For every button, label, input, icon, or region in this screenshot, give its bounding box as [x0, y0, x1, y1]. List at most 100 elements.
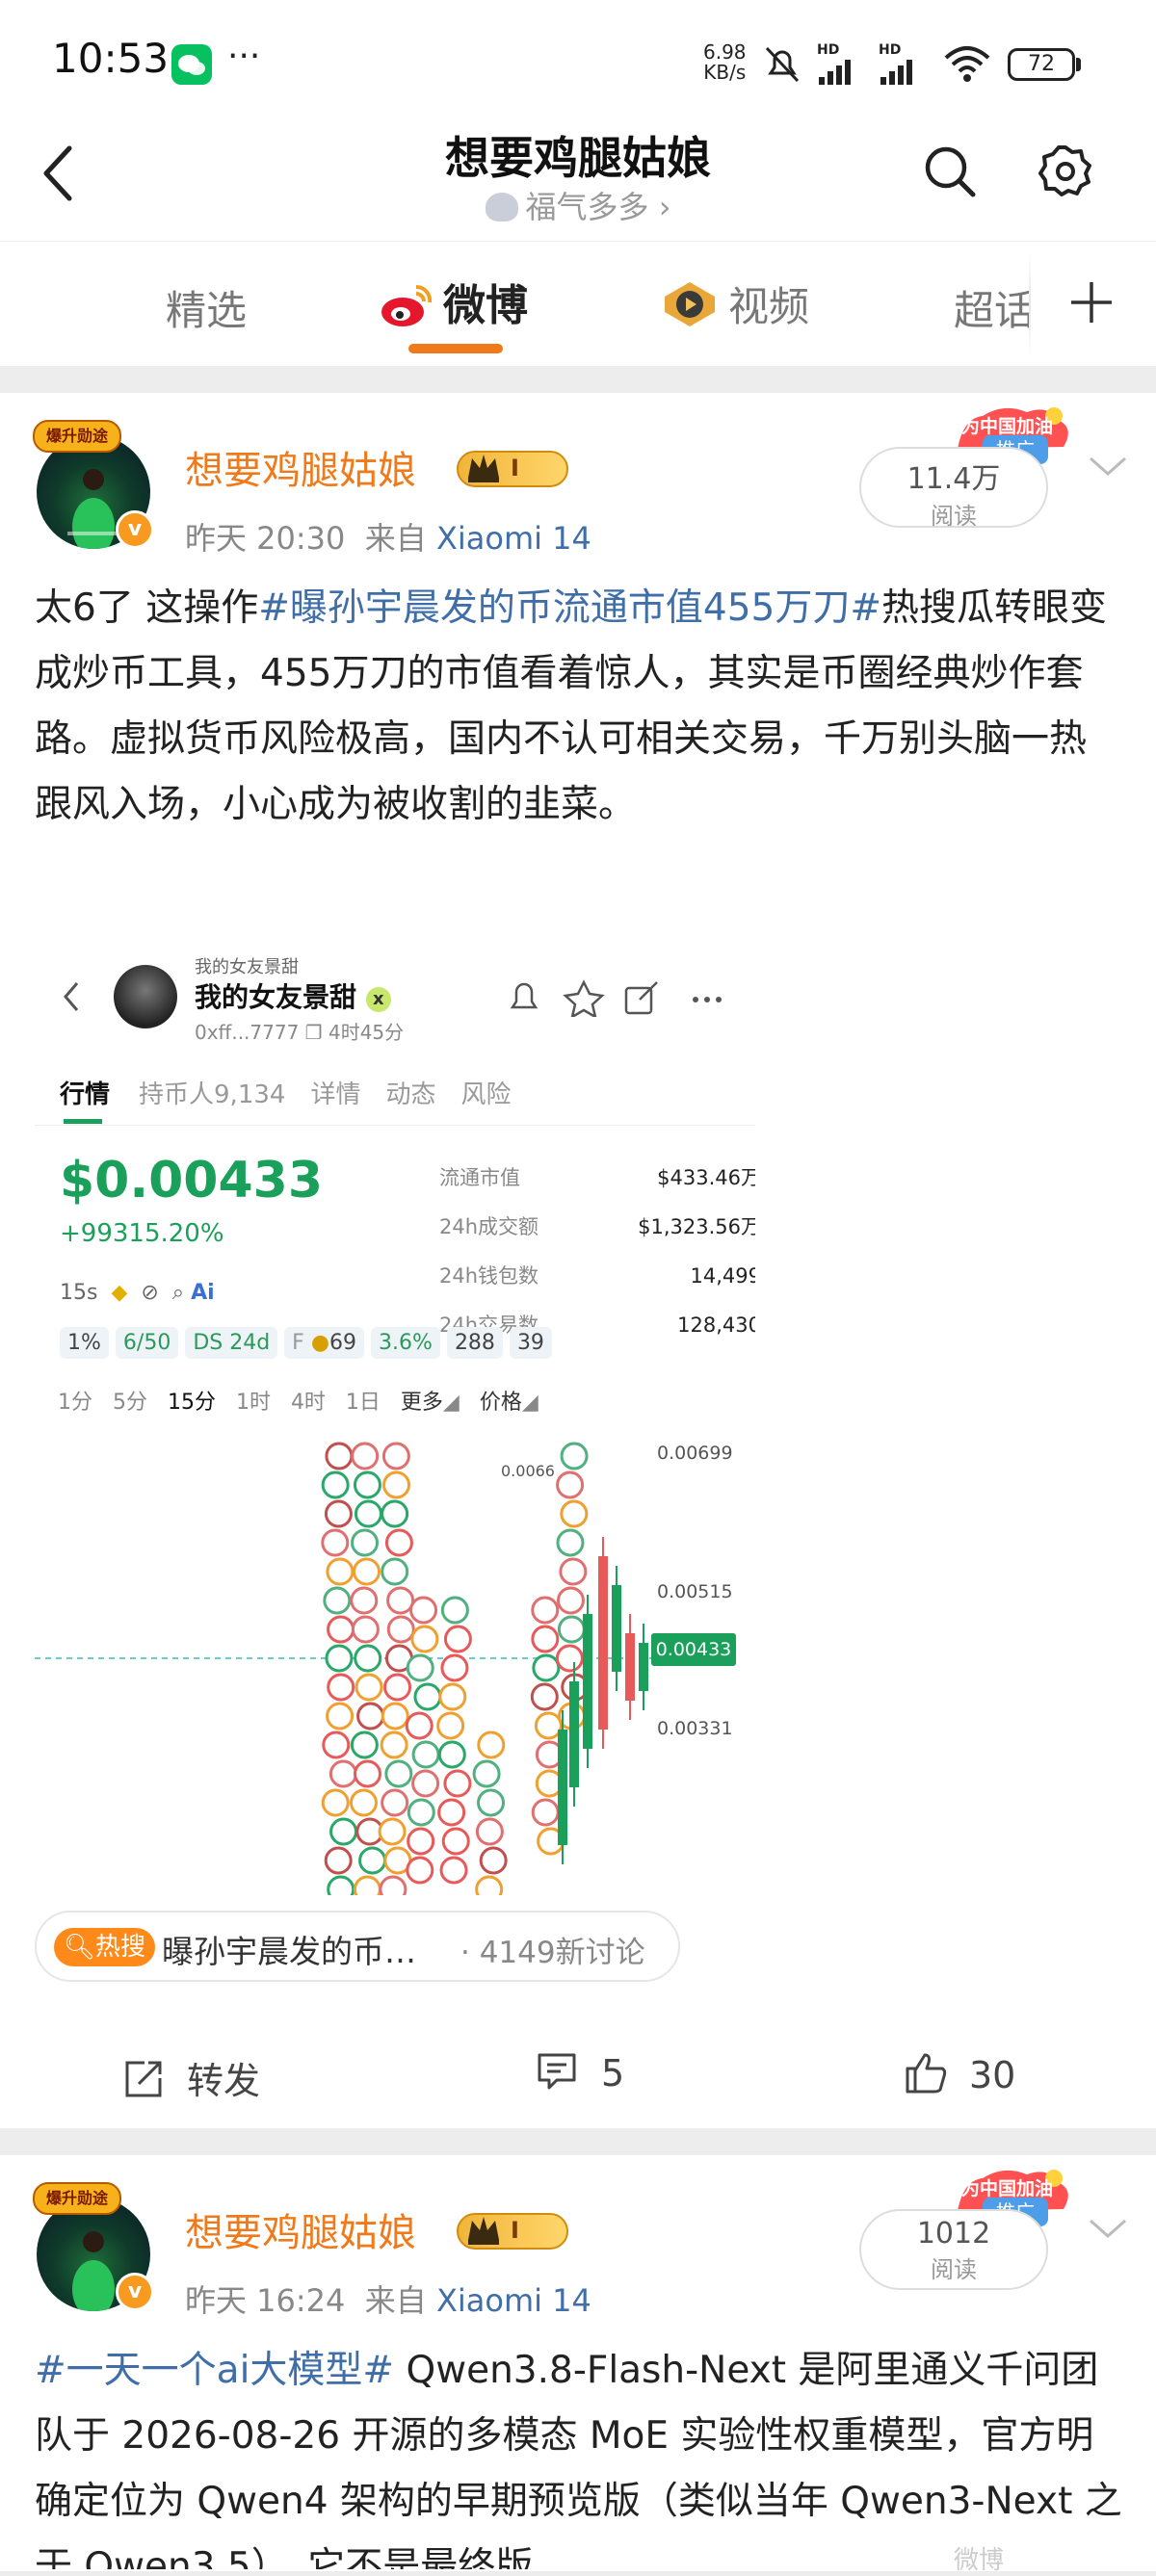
level-badge: I	[457, 2213, 568, 2250]
status-time: 10:53	[52, 35, 170, 82]
nav-subtitle[interactable]: 福气多多 ›	[0, 183, 1156, 227]
comment-icon	[536, 2051, 578, 2092]
post-text: #一天一个ai大模型# Qwen3.8-Flash-Next 是阿里通义千问团队…	[35, 2349, 1122, 2569]
holder-bubble	[350, 1730, 379, 1759]
plus-icon[interactable]	[1069, 280, 1114, 325]
like-icon	[904, 2051, 948, 2094]
holder-bubble	[324, 1499, 353, 1528]
holder-bubble	[438, 1682, 467, 1711]
holder-bubble	[556, 1528, 585, 1557]
holder-bubble	[321, 1528, 350, 1557]
holder-bubble	[379, 1875, 407, 1895]
hashtag-link[interactable]: #曝孙宇晨发的币流通市值455万刀#	[258, 586, 881, 630]
holder-bubble	[407, 1798, 435, 1827]
holder-bubble	[407, 1827, 435, 1856]
holder-bubble	[475, 1875, 504, 1895]
holder-bubble	[383, 1673, 412, 1702]
holder-bubble	[381, 1702, 409, 1730]
candle	[569, 1681, 579, 1787]
copy-icon: ❐	[304, 1021, 323, 1044]
post-time: 昨天 20:30 来自 Xiaomi 14	[185, 520, 591, 557]
like-button[interactable]: 30	[904, 2051, 1015, 2096]
candle	[625, 1633, 635, 1701]
holder-bubble	[560, 1442, 589, 1470]
repost-button[interactable]: 转发	[123, 2051, 260, 2104]
tab-featured[interactable]: 精选	[166, 278, 247, 337]
gear-icon[interactable]	[1038, 144, 1092, 198]
search-mini-icon: 🔍︎	[64, 1933, 96, 1962]
image-tabs: 行情 持币人9,134 详情 动态 风险	[60, 1080, 512, 1109]
wifi-icon	[942, 44, 992, 83]
candle	[583, 1614, 592, 1749]
holder-bubble	[477, 1730, 506, 1759]
holder-bubble	[329, 1817, 358, 1846]
holder-bubble	[382, 1470, 411, 1499]
holder-bubble	[322, 1730, 351, 1759]
search-icon[interactable]	[923, 144, 977, 198]
holder-bubble	[326, 1702, 355, 1730]
image-chips: 1% 6/50 DS 24d F ●69 3.6% 288 39	[60, 1327, 552, 1359]
post-card[interactable]: 爆升勋途 v 想要鸡腿姑娘 I 昨天 20:30 来自 Xiaomi 14 为中…	[0, 393, 1156, 2128]
holder-bubble	[439, 1856, 468, 1885]
holder-bubble	[381, 1557, 409, 1586]
holder-bubble	[327, 1673, 355, 1702]
tab-supertopic[interactable]: 超话	[954, 278, 1031, 337]
token-address: 0xff...7777 ❐ 4时45分	[195, 1021, 405, 1044]
hot-search-pill[interactable]: 🔍︎热搜 曝孙宇晨发的币… · 4149新讨论	[35, 1911, 680, 1982]
holder-bubble	[437, 1740, 466, 1769]
holder-bubble	[436, 1711, 465, 1740]
holder-bubble	[321, 1788, 350, 1817]
holder-bubble	[555, 1644, 584, 1673]
image-tools: 15s ◆ ⊘ ⌕ Ai	[60, 1281, 215, 1305]
tab-video[interactable]: 视频	[663, 274, 809, 333]
holder-bubble	[411, 1769, 440, 1798]
holder-bubble	[531, 1798, 560, 1827]
profile-tabs: 精选 微博 视频 超话	[0, 241, 1156, 366]
holder-bubble	[354, 1644, 382, 1673]
token-avatar	[114, 965, 177, 1028]
wechat-icon	[171, 44, 212, 85]
holder-bubble	[386, 1615, 415, 1644]
holder-bubble	[353, 1557, 381, 1586]
holder-bubble	[325, 1442, 354, 1470]
token-price: $0.00433	[60, 1152, 324, 1210]
holder-bubble	[384, 1759, 413, 1788]
holder-bubble	[441, 1827, 470, 1856]
holder-bubble	[440, 1653, 469, 1682]
holder-bubble	[381, 1499, 409, 1528]
post-text: 太6了 这操作#曝孙宇晨发的币流通市值455万刀#热搜瓜转眼变成炒币工具，455…	[35, 586, 1108, 826]
chevron-down-icon[interactable]	[1087, 453, 1129, 481]
username[interactable]: 想要鸡腿姑娘	[185, 439, 416, 495]
read-count: 1012 阅读	[859, 2209, 1048, 2290]
chevron-down-icon[interactable]	[1087, 2215, 1129, 2244]
holder-bubble	[381, 1788, 409, 1817]
post-image[interactable]: 我的女友景甜 我的女友景甜 x 0xff...7777 ❐ 4时45分 行情 持币…	[35, 932, 755, 1895]
username[interactable]: 想要鸡腿姑娘	[185, 2201, 416, 2257]
x-badge-icon: x	[365, 987, 391, 1012]
read-count: 11.4万 阅读	[859, 447, 1048, 530]
holder-bubble	[326, 1557, 355, 1586]
holder-bubble	[410, 1625, 439, 1653]
holder-bubble	[386, 1586, 415, 1615]
axis-label-mid: 0.00515	[657, 1581, 733, 1602]
hashtag-link[interactable]: #一天一个ai大模型#	[35, 2349, 394, 2392]
holder-bubble	[530, 1682, 559, 1711]
holder-bubble	[472, 1759, 501, 1788]
holder-bubble	[378, 1817, 407, 1846]
holder-bubble	[405, 1711, 434, 1740]
signal-1-icon: HD	[817, 42, 861, 87]
image-tab-line	[35, 1125, 755, 1126]
holder-bubble	[477, 1788, 506, 1817]
stats-table: 流通市值 $433.46万 24h成交额 $1,323.56万 24h钱包数 14,4…	[439, 1166, 755, 1337]
comment-button[interactable]: 5	[536, 2051, 624, 2095]
post-card[interactable]: 爆升勋途 v 想要鸡腿姑娘 I 昨天 16:24 来自 Xiaomi 14 为中…	[0, 2155, 1156, 2575]
candle	[612, 1585, 621, 1672]
avatar-badge: 爆升勋途	[33, 420, 121, 453]
holder-bubble	[351, 1528, 380, 1557]
avatar-badge: 爆升勋途	[33, 2182, 121, 2215]
tab-weibo[interactable]: 微博	[378, 271, 528, 332]
hot-search-badge: 🔍︎热搜	[54, 1928, 156, 1966]
holder-bubble	[358, 1846, 387, 1875]
holder-bubble	[443, 1769, 472, 1798]
battery-icon: 72	[1008, 48, 1075, 81]
